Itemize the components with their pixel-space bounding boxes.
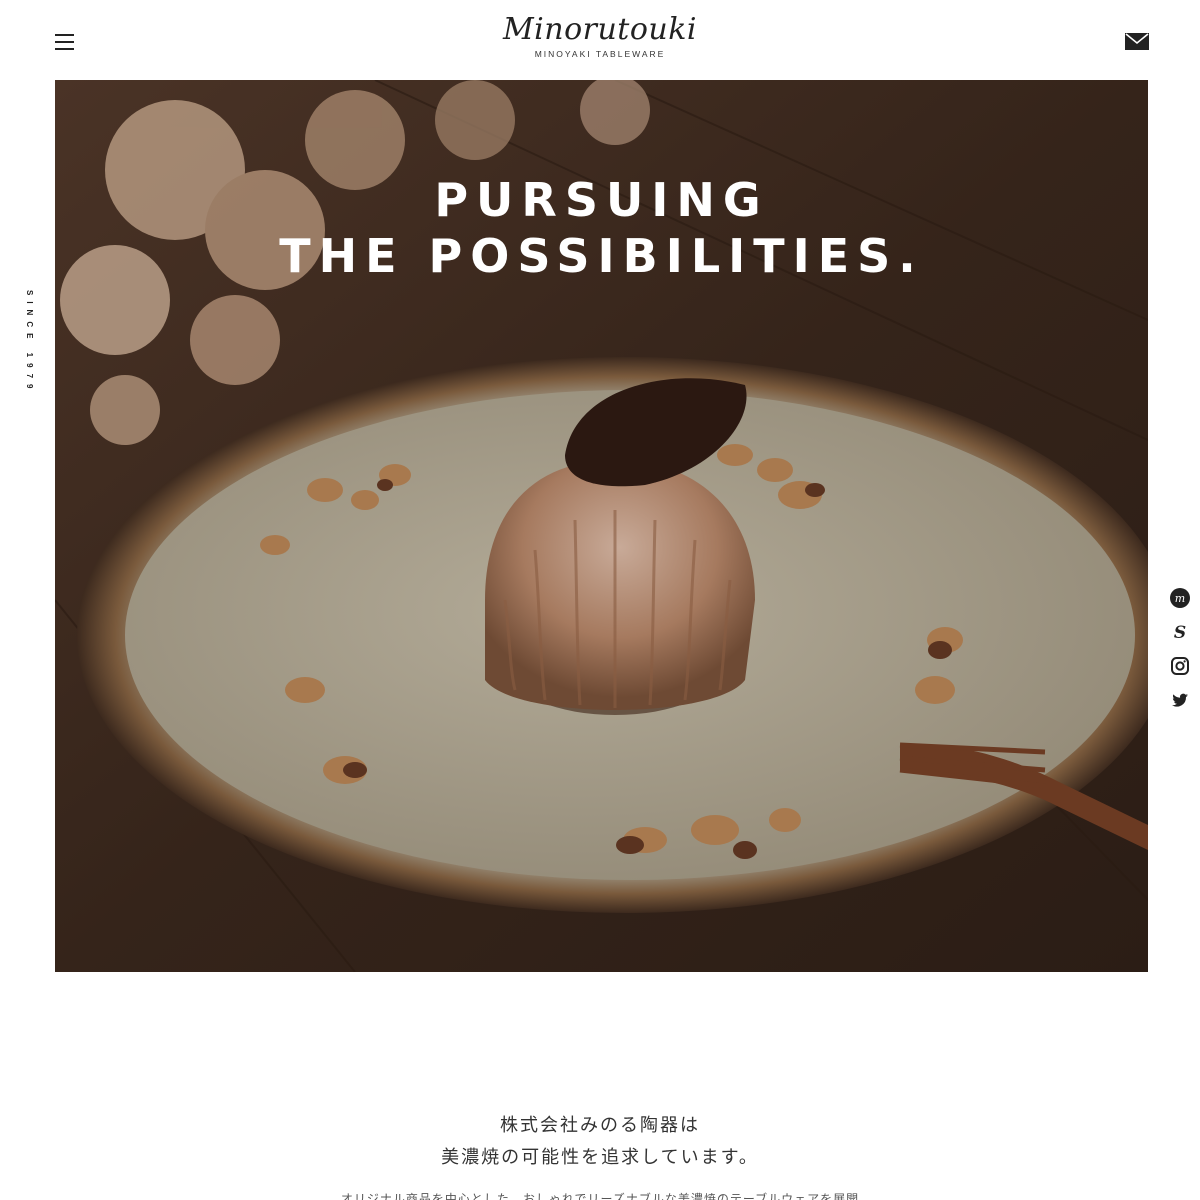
- hero-title-line-2: THE POSSIBILITIES.: [279, 229, 924, 283]
- logo-script-text: Minorutouki: [502, 12, 698, 47]
- hero-title-line-1: PURSUING: [434, 173, 769, 227]
- intro-section: 株式会社みのる陶器は 美濃焼の可能性を追求しています。: [0, 1110, 1200, 1174]
- site-logo[interactable]: Minorutouki MINOYAKI TABLEWARE: [500, 12, 700, 64]
- instagram-icon[interactable]: [1169, 655, 1191, 677]
- stores-icon[interactable]: S: [1169, 621, 1191, 643]
- logo-subtitle: MINOYAKI TABLEWARE: [534, 49, 666, 59]
- site-header: Minorutouki MINOYAKI TABLEWARE: [0, 0, 1200, 80]
- svg-text:m: m: [1175, 592, 1185, 605]
- svg-text:S: S: [1174, 623, 1186, 643]
- mail-icon[interactable]: [1125, 33, 1149, 50]
- intro-body-text: オリジナル商品を中心とした、おしゃれでリーズナブルな美濃焼のテーブルウェアを展開: [340, 1192, 860, 1200]
- twitter-icon[interactable]: [1169, 689, 1191, 711]
- intro-heading-line-2: 美濃焼の可能性を追求しています。: [441, 1147, 759, 1168]
- hamburger-menu-icon[interactable]: [55, 32, 75, 50]
- intro-heading-line-1: 株式会社みのる陶器は: [500, 1115, 700, 1136]
- minne-icon[interactable]: m: [1169, 587, 1191, 609]
- hero-title: PURSUING THE POSSIBILITIES.: [55, 172, 1148, 284]
- social-links: m S: [1169, 587, 1191, 723]
- hero-image: PURSUING THE POSSIBILITIES.: [55, 80, 1148, 972]
- since-year-label: SINCE 1979: [25, 290, 34, 395]
